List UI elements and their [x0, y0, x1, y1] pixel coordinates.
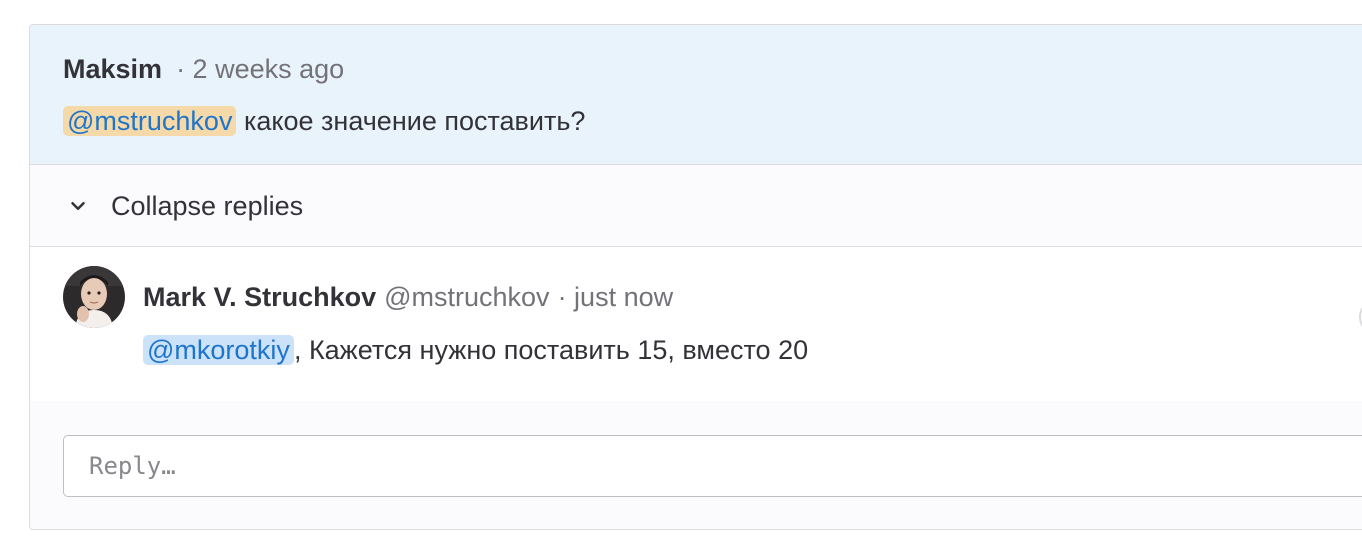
- original-note: Maksim · 2 weeks ago @mstruchkov какое зн…: [30, 25, 1362, 165]
- reply-note: Mark V. Struchkov @mstruchkov · just now @…: [30, 247, 1362, 401]
- collapse-replies-toggle[interactable]: Collapse replies: [30, 165, 1362, 247]
- avatar[interactable]: [63, 266, 125, 328]
- user-mention[interactable]: @mstruchkov: [63, 106, 237, 136]
- reply-header: Mark V. Struchkov @mstruchkov · just now: [143, 281, 673, 313]
- reply-input[interactable]: [63, 435, 1362, 497]
- discussion-thread: Maksim · 2 weeks ago @mstruchkov какое зн…: [29, 24, 1362, 530]
- user-mention[interactable]: @mkorotkiy: [143, 335, 294, 365]
- collapse-replies-label: Collapse replies: [111, 191, 304, 221]
- chevron-down-icon: [71, 202, 85, 210]
- note-text: какое значение поставить?: [236, 106, 586, 136]
- reply-form: [30, 401, 1362, 529]
- reply-text: , Кажется нужно поставить 15, вместо 20: [293, 335, 809, 365]
- avatar-image: [63, 266, 125, 328]
- note-author-name[interactable]: Maksim: [63, 54, 162, 84]
- note-header: Maksim · 2 weeks ago: [63, 53, 344, 85]
- note-body: @mstruchkov какое значение поставить?: [63, 105, 585, 137]
- reply-author-name[interactable]: Mark V. Struchkov: [143, 282, 376, 312]
- reply-timestamp: · just now: [557, 282, 674, 312]
- reply-body: @mkorotkiy, Кажется нужно поставить 15, …: [143, 334, 808, 366]
- note-timestamp: · 2 weeks ago: [176, 54, 345, 84]
- reply-author-handle[interactable]: @mstruchkov: [384, 282, 549, 312]
